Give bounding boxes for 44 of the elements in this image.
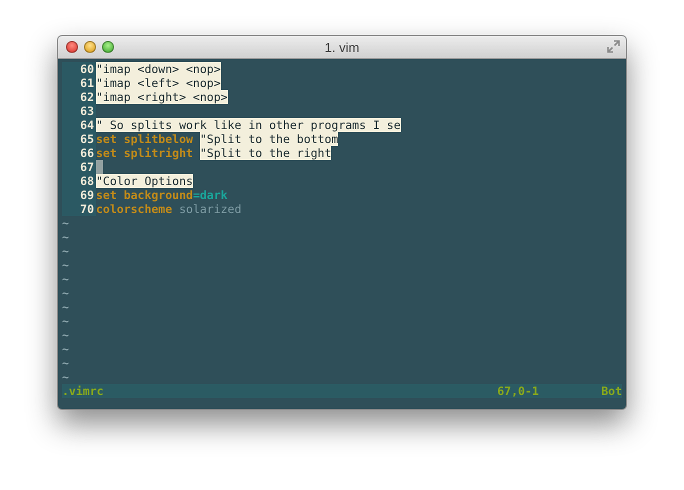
- line-number: 65: [62, 132, 96, 146]
- empty-line-marker: ~: [62, 216, 69, 230]
- cursor-position: 67,0-1: [497, 384, 539, 398]
- window-title: 1. vim: [324, 40, 360, 54]
- line-number: 68: [62, 174, 96, 188]
- comment-text: " So splits work like in other programs I se: [96, 118, 401, 132]
- line-number: 70: [62, 202, 96, 216]
- empty-line-marker: ~: [62, 356, 69, 370]
- keyword-text: colorscheme: [96, 202, 172, 216]
- zoom-button[interactable]: [102, 41, 114, 53]
- line-number: 60: [62, 62, 96, 76]
- comment-text: "imap <down> <nop>: [96, 62, 221, 76]
- line-number: 66: [62, 146, 96, 160]
- line-number: 69: [62, 188, 96, 202]
- empty-line-marker: ~: [62, 370, 69, 384]
- minimize-button[interactable]: [84, 41, 96, 53]
- file-name: .vimrc: [62, 384, 104, 398]
- comment-text: "imap <left> <nop>: [96, 76, 221, 90]
- keyword-text: set background: [96, 188, 193, 202]
- line-number: 64: [62, 118, 96, 132]
- empty-line-marker: ~: [62, 230, 69, 244]
- empty-line-marker: ~: [62, 342, 69, 356]
- keyword-text: set splitbelow: [96, 132, 193, 146]
- keyword-text: set splitright: [96, 146, 193, 160]
- scroll-position: Bot: [601, 384, 622, 398]
- fullscreen-icon[interactable]: [607, 40, 620, 53]
- empty-line-marker: ~: [62, 272, 69, 286]
- line-number: 61: [62, 76, 96, 90]
- comment-text: "Split to the right: [200, 146, 332, 160]
- comment-text: "Split to the bottom: [200, 132, 338, 146]
- comment-text: "Color Options: [96, 174, 193, 188]
- close-button[interactable]: [66, 41, 78, 53]
- code-text: =dark: [192, 188, 228, 202]
- line-number: 63: [62, 104, 96, 118]
- line-number: 67: [62, 160, 96, 174]
- empty-line-marker: ~: [62, 286, 69, 300]
- code-text: solarized: [178, 202, 242, 216]
- empty-line-marker: ~: [62, 328, 69, 342]
- empty-line-marker: ~: [62, 300, 69, 314]
- empty-line-marker: ~: [62, 314, 69, 328]
- comment-text: "imap <right> <nop>: [96, 90, 228, 104]
- empty-line-marker: ~: [62, 258, 69, 272]
- line-number: 62: [62, 90, 96, 104]
- empty-line-marker: ~: [62, 244, 69, 258]
